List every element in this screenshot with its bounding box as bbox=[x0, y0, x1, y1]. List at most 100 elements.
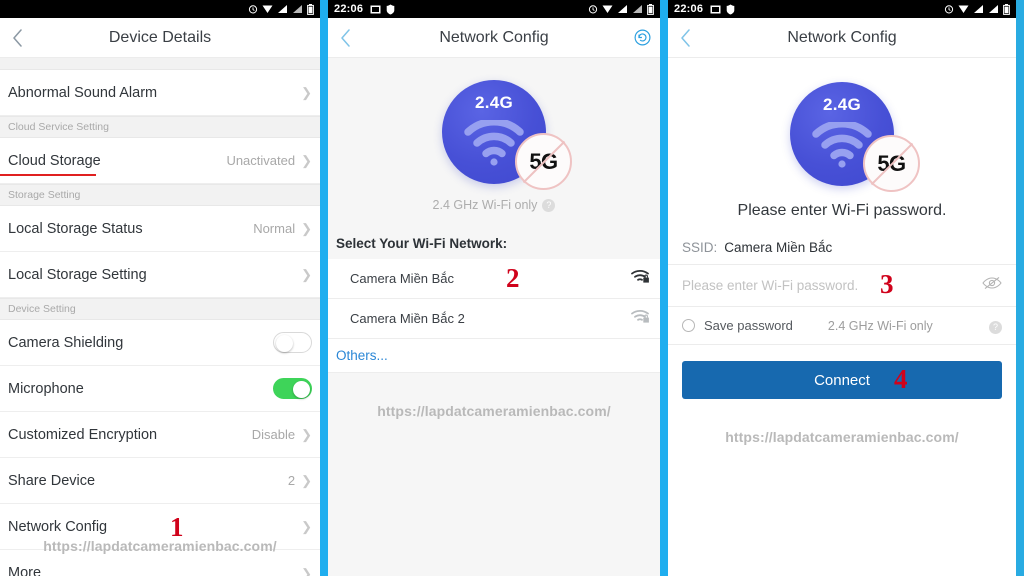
save-password-label: Save password bbox=[704, 318, 793, 333]
shield-icon bbox=[386, 4, 395, 14]
phone-screen-network-list: 22:06 Network Config 2.4G 2.4 GHz Wi-Fi … bbox=[325, 0, 665, 576]
alarm-icon bbox=[588, 5, 598, 14]
row-label: Local Storage Setting bbox=[8, 266, 147, 283]
signal-2-icon bbox=[989, 5, 998, 13]
highlight-underline bbox=[0, 173, 96, 176]
no-5g-badge: 5G bbox=[863, 135, 920, 192]
connect-button[interactable]: Connect 4 bbox=[682, 361, 1002, 399]
microphone-toggle[interactable] bbox=[273, 378, 312, 399]
network-item-camera-mien-bac[interactable]: Camera Miền Bắc 2 bbox=[328, 259, 660, 299]
status-bar-clock: 22:06 bbox=[674, 3, 704, 15]
download-icon bbox=[262, 5, 273, 13]
back-button-3[interactable] bbox=[668, 18, 702, 58]
camera-shielding-toggle[interactable] bbox=[273, 332, 312, 353]
battery-icon bbox=[1003, 3, 1010, 15]
password-row[interactable]: Please enter Wi-Fi password. 3 bbox=[668, 265, 1016, 307]
row-cloud-storage[interactable]: Cloud Storage Unactivated ❯ bbox=[0, 138, 320, 184]
wifi-password-body: 2.4G 5G Please enter Wi-Fi passwo bbox=[668, 58, 1016, 576]
select-network-label: Select Your Wi-Fi Network: bbox=[328, 226, 660, 259]
row-microphone[interactable]: Microphone bbox=[0, 366, 320, 412]
status-bar-2: 22:06 bbox=[328, 0, 660, 18]
phone-screen-wifi-password: 22:06 Network Config 2.4G Please enter W… bbox=[665, 0, 1016, 576]
chevron-right-icon: ❯ bbox=[301, 565, 312, 576]
password-input[interactable]: Please enter Wi-Fi password. bbox=[682, 278, 858, 293]
chevron-right-icon: ❯ bbox=[301, 519, 312, 534]
step-marker-1: 1 bbox=[170, 512, 184, 542]
save-password-radio[interactable] bbox=[682, 319, 695, 332]
row-value: Disable bbox=[251, 427, 296, 442]
row-local-storage-status[interactable]: Local Storage Status Normal ❯ bbox=[0, 206, 320, 252]
back-button-1[interactable] bbox=[0, 18, 34, 58]
row-value: 2 bbox=[287, 473, 296, 488]
status-bar-3: 22:06 bbox=[668, 0, 1016, 18]
row-abnormal-sound-alarm[interactable]: Abnormal Sound Alarm ❯ bbox=[0, 70, 320, 116]
status-bar-right-icons bbox=[944, 3, 1010, 15]
step-marker-2: 2 bbox=[506, 263, 520, 293]
page-title-2: Network Config bbox=[439, 28, 549, 46]
toggle-knob bbox=[275, 334, 293, 352]
no-5g-badge: 5G bbox=[515, 133, 572, 190]
wifi-hero-3: 2.4G 5G bbox=[668, 58, 1016, 192]
status-bar-left-icons bbox=[370, 4, 395, 15]
list-top-gap bbox=[0, 58, 320, 70]
password-prompt: Please enter Wi-Fi password. bbox=[737, 202, 947, 219]
download-icon bbox=[958, 5, 969, 13]
step-marker-4: 4 bbox=[894, 364, 908, 394]
signal-icon bbox=[974, 5, 983, 13]
ssid-value: Camera Miền Bắc bbox=[724, 240, 833, 255]
caption-text: 2.4 GHz Wi-Fi only bbox=[432, 198, 538, 212]
section-cloud-service-setting: Cloud Service Setting bbox=[0, 116, 320, 138]
wifi-hero-2: 2.4G 5G bbox=[328, 58, 660, 190]
refresh-button[interactable] bbox=[624, 18, 660, 58]
row-label: Share Device bbox=[8, 472, 96, 489]
help-icon[interactable]: ? bbox=[542, 198, 556, 212]
status-bar-clock: 22:06 bbox=[334, 3, 364, 15]
chevron-right-icon: ❯ bbox=[301, 221, 312, 236]
screenshot-root: 22:06 Device Details Abnormal Sound Alar… bbox=[0, 0, 1024, 576]
ssid-row: SSID: Camera Miền Bắc bbox=[668, 234, 1016, 265]
row-local-storage-setting[interactable]: Local Storage Setting ❯ bbox=[0, 252, 320, 298]
connect-label: Connect bbox=[814, 371, 870, 389]
help-icon[interactable]: ? bbox=[989, 320, 1002, 334]
alarm-icon bbox=[944, 5, 954, 14]
network-name: Camera Miền Bắc 2 bbox=[350, 311, 465, 326]
chevron-right-icon: ❯ bbox=[301, 153, 312, 168]
nav-bar-1: Device Details bbox=[0, 18, 320, 58]
wifi-lock-icon bbox=[631, 269, 650, 289]
chevron-left-icon bbox=[12, 28, 22, 47]
battery-icon bbox=[307, 3, 314, 15]
row-share-device[interactable]: Share Device 2 ❯ bbox=[0, 458, 320, 504]
chevron-right-icon: ❯ bbox=[301, 427, 312, 442]
status-bar-1: 22:06 bbox=[0, 0, 320, 18]
wifi-band-label: 2.4G bbox=[822, 95, 862, 114]
band-note: 2.4 GHz Wi-Fi only bbox=[827, 318, 933, 333]
page-title-1: Device Details bbox=[108, 28, 212, 46]
download-icon bbox=[602, 5, 613, 13]
back-button-2[interactable] bbox=[328, 18, 362, 58]
battery-icon bbox=[647, 3, 654, 15]
ssid-label: SSID: bbox=[682, 240, 718, 255]
watermark-3: https://lapdatcameramienbac.com/ bbox=[725, 429, 959, 445]
others-button[interactable]: Others... bbox=[328, 339, 660, 373]
shield-icon bbox=[726, 4, 735, 14]
row-camera-shielding[interactable]: Camera Shielding bbox=[0, 320, 320, 366]
network-item-camera-mien-bac-2[interactable]: Camera Miền Bắc 2 bbox=[328, 299, 660, 339]
section-device-setting: Device Setting bbox=[0, 298, 320, 320]
watermark-2: https://lapdatcameramienbac.com/ bbox=[377, 403, 611, 419]
settings-list: Abnormal Sound Alarm ❯ Cloud Service Set… bbox=[0, 58, 320, 576]
screenshot-icon bbox=[370, 5, 381, 13]
row-customized-encryption[interactable]: Customized Encryption Disable ❯ bbox=[0, 412, 320, 458]
eye-off-icon[interactable] bbox=[982, 276, 1002, 295]
network-config-body: 2.4G 5G 2.4 GHz Wi-Fi on bbox=[328, 58, 660, 576]
signal-2-icon bbox=[633, 5, 642, 13]
wifi-band-label: 2.4G bbox=[474, 93, 514, 112]
nav-bar-3: Network Config bbox=[668, 18, 1016, 58]
phone-screen-device-details: 22:06 Device Details Abnormal Sound Alar… bbox=[0, 0, 325, 576]
row-label: Network Config bbox=[8, 518, 108, 535]
signal-2-icon bbox=[293, 5, 302, 13]
status-bar-right-icons bbox=[588, 3, 654, 15]
row-label: Cloud Storage bbox=[8, 152, 101, 169]
chevron-right-icon: ❯ bbox=[301, 473, 312, 488]
row-value: Normal bbox=[253, 221, 296, 236]
row-label: More bbox=[8, 565, 42, 576]
